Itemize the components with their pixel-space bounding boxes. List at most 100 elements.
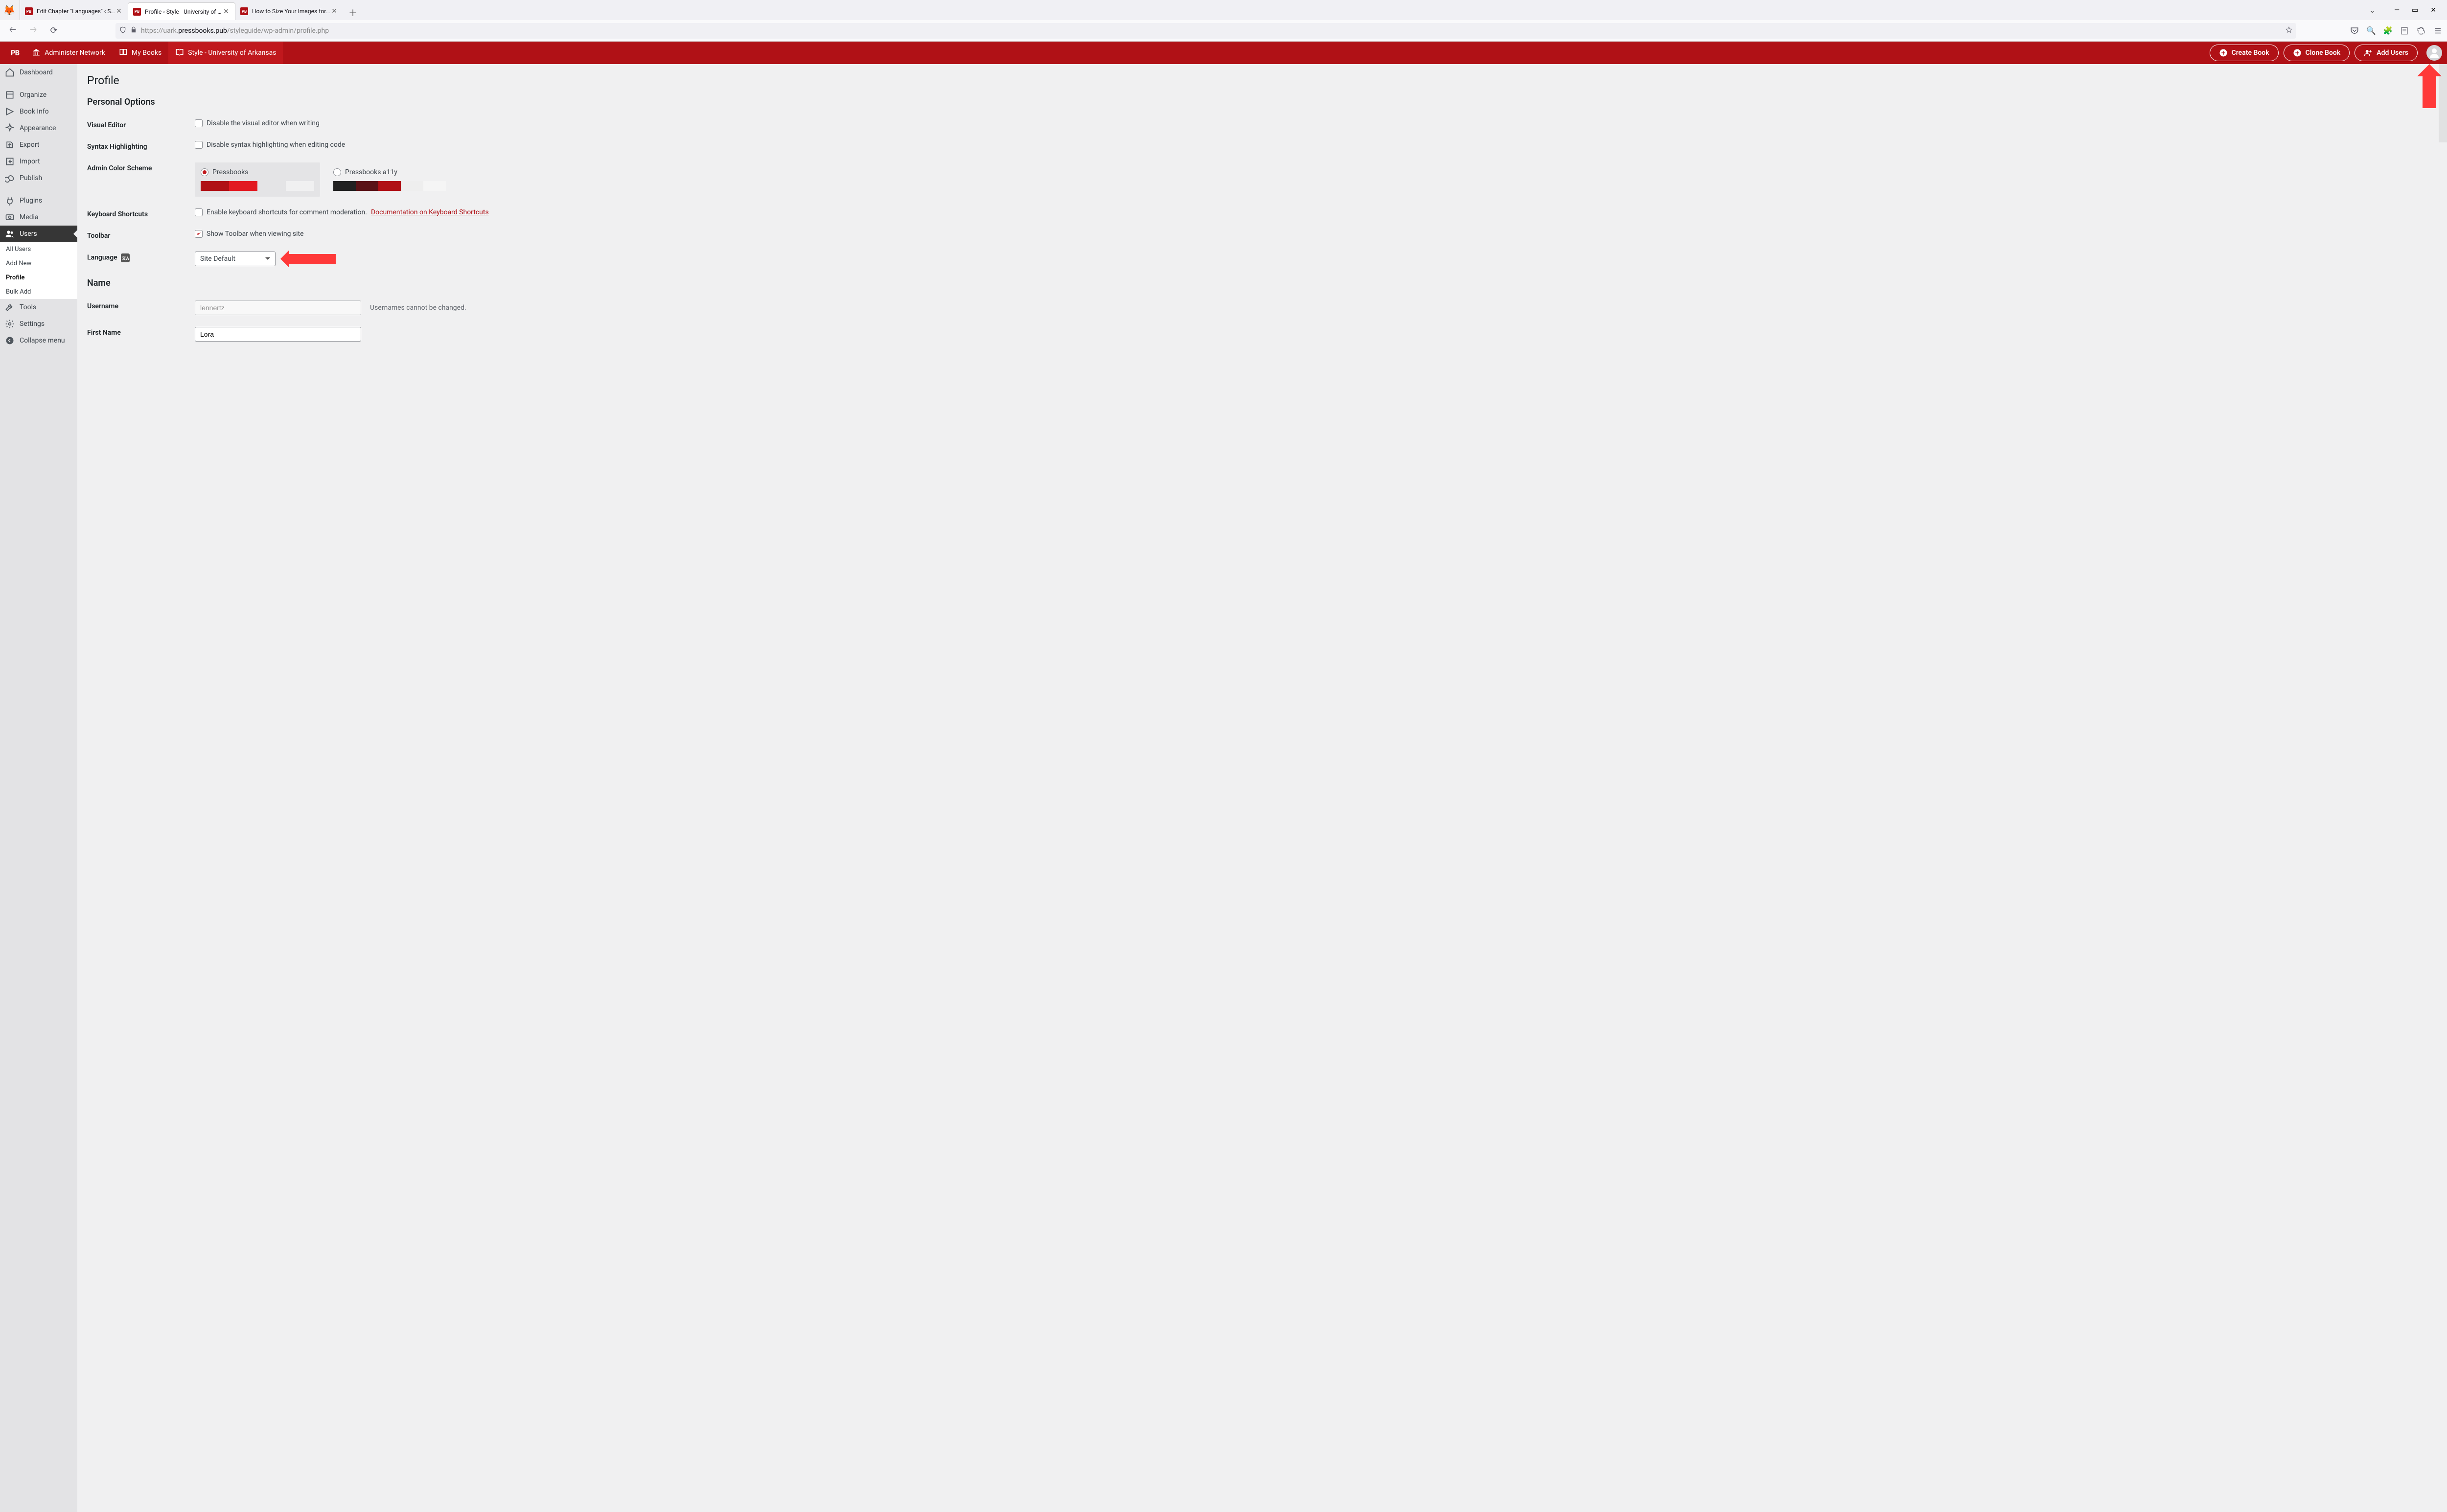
sidebar-item-settings[interactable]: Settings <box>0 316 77 332</box>
add-users-button[interactable]: Add Users <box>2355 45 2418 61</box>
color-scheme-label: Admin Color Scheme <box>87 162 195 172</box>
back-button[interactable]: 🡠 <box>5 23 21 39</box>
sidebar-label: Users <box>20 230 37 238</box>
tab-title: Profile ‹ Style - University of Ar <box>145 8 222 15</box>
clone-book-button[interactable]: Clone Book <box>2284 45 2350 61</box>
books-icon <box>119 47 128 58</box>
topbar-label: My Books <box>132 49 162 57</box>
browser-tab[interactable]: PB Edit Chapter "Languages" ‹ Styl ✕ <box>20 2 128 20</box>
address-bar[interactable]: https://uark.pressbooks.pub/styleguide/w… <box>115 23 2296 39</box>
my-books-link[interactable]: My Books <box>112 42 168 64</box>
pressbooks-favicon-icon: PB <box>240 7 248 15</box>
submenu-profile[interactable]: Profile <box>0 271 77 285</box>
url-text: https://uark.pressbooks.pub/styleguide/w… <box>141 27 329 35</box>
sidebar-label: Tools <box>20 303 36 311</box>
scrollbar[interactable] <box>2439 64 2447 142</box>
visual-editor-label: Visual Editor <box>87 119 195 129</box>
submenu-bulk-add[interactable]: Bulk Add <box>0 285 77 299</box>
radio-a11y[interactable] <box>333 168 341 176</box>
user-avatar[interactable] <box>2426 45 2442 61</box>
firstname-label: First Name <box>87 327 195 337</box>
sidebar-item-bookinfo[interactable]: Book Info <box>0 103 77 120</box>
reload-button[interactable]: ⟳ <box>46 23 62 39</box>
sidebar-item-users[interactable]: Users <box>0 226 77 242</box>
administer-network-link[interactable]: Administer Network <box>25 42 112 64</box>
scheme-label: Pressbooks <box>212 168 248 176</box>
topbar-label: Style - University of Arkansas <box>188 49 276 57</box>
book-open-icon <box>175 47 184 58</box>
sidebar-submenu: All Users Add New Profile Bulk Add <box>0 242 77 299</box>
pressbooks-logo[interactable]: PB <box>5 48 25 57</box>
admin-sidebar: Dashboard Organize Book Info Appearance … <box>0 64 77 1512</box>
reader-icon[interactable] <box>2400 26 2409 35</box>
swatches <box>201 181 314 191</box>
translate-icon: 文A <box>121 253 130 262</box>
sidebar-item-tools[interactable]: Tools <box>0 299 77 316</box>
sidebar-item-export[interactable]: Export <box>0 137 77 153</box>
sidebar-item-dashboard[interactable]: Dashboard <box>0 64 77 81</box>
sidebar-label: Appearance <box>20 124 56 132</box>
color-scheme-option-pressbooks[interactable]: Pressbooks <box>195 162 320 197</box>
keyboard-label: Keyboard Shortcuts <box>87 208 195 218</box>
create-book-button[interactable]: Create Book <box>2210 45 2279 61</box>
sidebar-item-appearance[interactable]: Appearance <box>0 120 77 137</box>
visual-editor-checkbox[interactable] <box>195 119 203 127</box>
syntax-label: Syntax Highlighting <box>87 141 195 151</box>
language-label: Language 文A <box>87 252 195 262</box>
institution-icon <box>32 47 41 58</box>
tab-overflow-icon[interactable]: ⌄ <box>2369 5 2376 15</box>
sidebar-item-organize[interactable]: Organize <box>0 87 77 103</box>
pressbooks-favicon-icon: PB <box>133 8 141 16</box>
browser-tab[interactable]: PB How to Size Your Images for Pr ✕ <box>235 2 343 20</box>
color-scheme-option-a11y[interactable]: Pressbooks a11y <box>327 162 452 197</box>
browser-tab-active[interactable]: PB Profile ‹ Style - University of Ar ✕ <box>128 2 235 20</box>
close-tab-icon[interactable]: ✕ <box>115 7 123 15</box>
close-tab-icon[interactable]: ✕ <box>222 8 230 16</box>
toolbar-checkbox[interactable] <box>195 230 203 238</box>
sidebar-label: Organize <box>20 91 46 99</box>
language-select[interactable]: Site Default <box>195 252 276 266</box>
radio-pressbooks[interactable] <box>201 168 208 176</box>
submenu-all-users[interactable]: All Users <box>0 242 77 256</box>
keyboard-checkbox[interactable] <box>195 208 203 216</box>
puzzle-icon[interactable]: 🧩 <box>2383 26 2392 35</box>
keyboard-doc-link[interactable]: Documentation on Keyboard Shortcuts <box>371 208 489 216</box>
toolbar-text: Show Toolbar when viewing site <box>207 230 304 238</box>
toolbar-label: Toolbar <box>87 230 195 240</box>
section-heading-name: Name <box>87 278 2437 288</box>
sidebar-item-publish[interactable]: Publish <box>0 170 77 186</box>
submenu-add-new[interactable]: Add New <box>0 256 77 271</box>
sidebar-label: Dashboard <box>20 69 53 76</box>
close-tab-icon[interactable]: ✕ <box>330 7 338 15</box>
extension-icon[interactable] <box>2417 26 2425 35</box>
syntax-text: Disable syntax highlighting when editing… <box>207 141 345 149</box>
menu-icon[interactable] <box>2433 26 2442 35</box>
pocket-icon[interactable] <box>2350 26 2359 35</box>
sidebar-label: Book Info <box>20 108 49 115</box>
sidebar-item-media[interactable]: Media <box>0 209 77 226</box>
sidebar-label: Export <box>20 141 39 149</box>
sidebar-item-plugins[interactable]: Plugins <box>0 192 77 209</box>
main-content: Profile Personal Options Visual Editor D… <box>77 64 2447 1512</box>
sidebar-label: Import <box>20 158 40 165</box>
syntax-checkbox[interactable] <box>195 141 203 149</box>
new-tab-button[interactable]: ＋ <box>346 5 360 20</box>
firstname-input[interactable] <box>195 327 361 342</box>
shield-icon <box>119 26 126 35</box>
topbar-label: Administer Network <box>45 49 105 57</box>
annotation-arrow-left <box>289 254 336 264</box>
close-window-button[interactable]: ✕ <box>2430 6 2436 14</box>
minimize-button[interactable]: — <box>2394 6 2400 14</box>
tab-title: Edit Chapter "Languages" ‹ Styl <box>37 8 115 15</box>
maximize-button[interactable]: ▭ <box>2412 6 2418 14</box>
bookmark-icon[interactable] <box>2285 26 2292 35</box>
current-book-link[interactable]: Style - University of Arkansas <box>168 42 283 64</box>
swatches <box>333 181 446 191</box>
sidebar-collapse[interactable]: Collapse menu <box>0 332 77 349</box>
zoom-icon[interactable]: 🔍 <box>2367 26 2376 35</box>
annotation-arrow-up <box>2423 74 2436 108</box>
sidebar-label: Settings <box>20 320 45 328</box>
sidebar-item-import[interactable]: Import <box>0 153 77 170</box>
button-label: Create Book <box>2232 49 2269 57</box>
firefox-logo-icon: 🦊 <box>2 0 17 20</box>
